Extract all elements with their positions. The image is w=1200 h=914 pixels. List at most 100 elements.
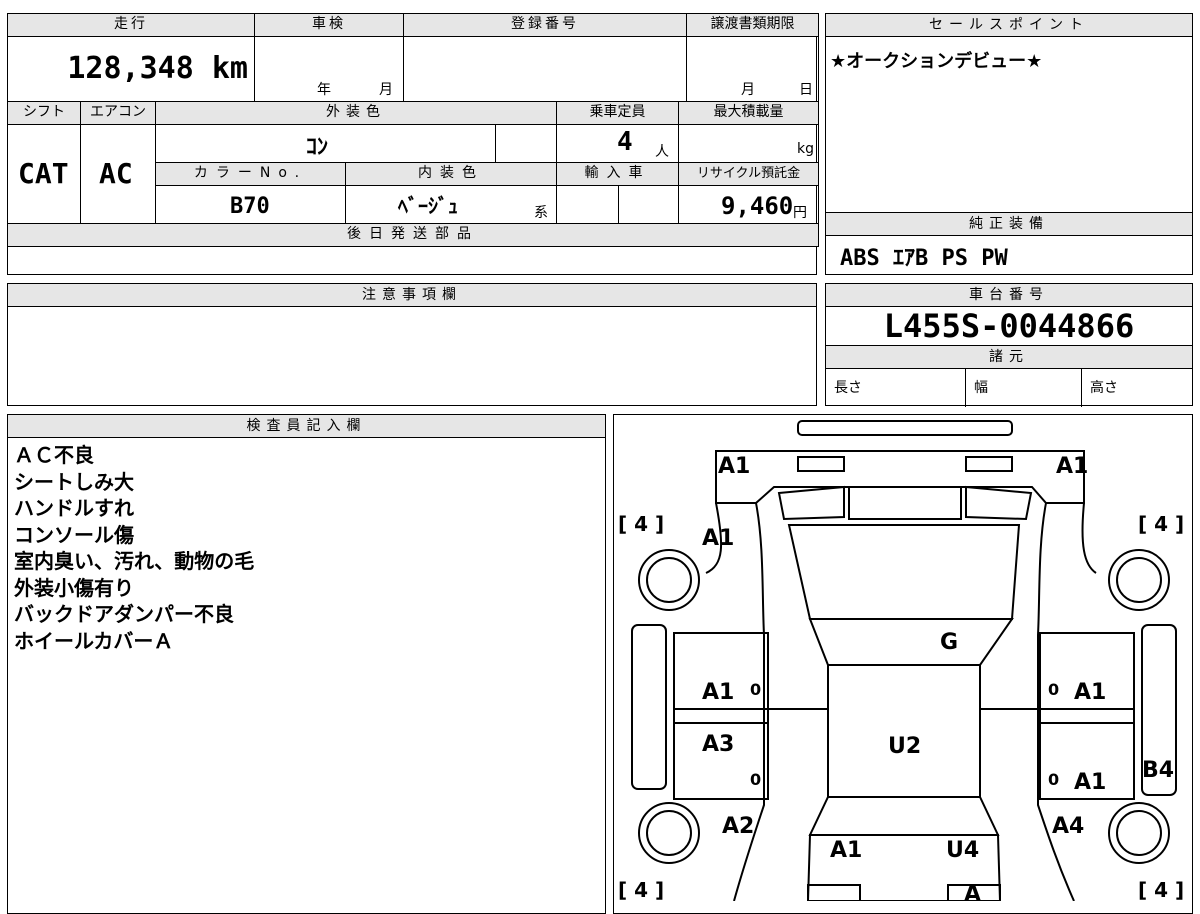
exterior-color-header: 外装色 [155, 101, 557, 125]
notes-box: 注意事項欄 [7, 283, 817, 406]
mileage-value: 128,348 km [67, 51, 248, 86]
label-zero: 0 [750, 680, 761, 699]
equipment-text: ABS ｴｱB PS PW [840, 246, 1008, 271]
label-rear-right: U4 [946, 838, 979, 863]
label-door-rr: A1 [1074, 770, 1106, 795]
inspector-notes: ＡＣ不良 シートしみ大 ハンドルすれ コンソール傷 室内臭い、汚れ、動物の毛 外… [8, 438, 605, 658]
front-panel [715, 450, 1085, 504]
label-tire-fr: [ 4 ] [1138, 512, 1184, 536]
import-header: 輸入車 [556, 162, 679, 186]
shaken-month: 月 [379, 82, 393, 98]
transfer-deadline-header: 譲渡書類期限 [686, 13, 819, 37]
color-no-value: B70 [230, 194, 270, 219]
hood-center [848, 486, 962, 520]
label-door-rl: A3 [702, 732, 734, 757]
fender-right-line [1081, 502, 1097, 574]
label-zero: 0 [1048, 680, 1059, 699]
car-diagram: A1 A1 [ 4 ] [ 4 ] [ 4 ] [ 4 ] A1 G A1 A1… [618, 420, 1184, 901]
spec-header: 諸元 [826, 346, 1192, 369]
inspector-line: 室内臭い、汚れ、動物の毛 [14, 549, 255, 573]
equipment-header: 純正装備 [826, 213, 1192, 236]
headlight-left [797, 456, 845, 472]
label-windshield: G [940, 630, 958, 655]
label-door-fl: A1 [702, 680, 734, 705]
label-front-left: A1 [718, 454, 750, 479]
inspector-box: 検査員記入欄 ＡＣ不良 シートしみ大 ハンドルすれ コンソール傷 室内臭い、汚れ… [7, 414, 606, 914]
label-zero: 0 [750, 770, 761, 789]
label-fender-left: A1 [702, 526, 734, 551]
shift-value: CAT [18, 157, 69, 190]
body-left-edge [733, 502, 765, 901]
shaken-cell: 年 月 [254, 36, 404, 102]
chassis-box: 車台番号 L455S-0044866 諸元 長さ 幅 高さ [825, 283, 1193, 407]
inspector-line: シートしみ大 [14, 469, 134, 494]
transfer-month: 月 [741, 82, 755, 98]
label-tire-rr: [ 4 ] [1138, 878, 1184, 901]
capacity-header: 乗車定員 [556, 101, 679, 125]
later-parts-header: 後日発送部品 [7, 223, 819, 247]
interior-color-header: 内装色 [345, 162, 557, 186]
rear-bumper-left [807, 884, 861, 901]
exterior-color-extra [495, 124, 557, 163]
ac-value: AC [99, 157, 133, 190]
recycle-header: リサイクル預託金 [678, 162, 819, 186]
recycle-cell: 9,460 円 [678, 185, 819, 224]
recycle-value: 9,460 [721, 192, 794, 220]
mileage-header: 走行 [7, 13, 255, 37]
spec-height: 高さ [1090, 380, 1118, 396]
roof [827, 664, 981, 798]
body-right-edge [1037, 502, 1075, 901]
max-load-header: 最大積載量 [678, 101, 819, 125]
chassis-number: L455S-0044866 [826, 307, 1192, 346]
windshield [787, 524, 1021, 620]
sales-point-box: セールスポイント ★オークションデビュー★ [825, 13, 1193, 213]
recycle-unit: 円 [793, 205, 807, 221]
hood-left [777, 485, 845, 521]
capacity-cell: 4 人 [556, 124, 679, 163]
car-diagram-box: A1 A1 [ 4 ] [ 4 ] [ 4 ] [ 4 ] A1 G A1 A1… [613, 414, 1193, 914]
interior-color-cell: ﾍﾞｰｼﾞｭ 系 [345, 185, 557, 224]
shaken-year: 年 [317, 82, 331, 98]
spec-length: 長さ [826, 369, 966, 407]
front-bumper-slot [797, 420, 1013, 436]
registration-header: 登録番号 [403, 13, 687, 37]
shift-header: シフト [7, 101, 81, 125]
inspector-line: バックドアダンパー不良 [14, 602, 234, 626]
hood-right [965, 485, 1033, 521]
label-rear-bottom: A [964, 882, 981, 901]
shaken-header: 車検 [254, 13, 404, 37]
ac-cell: AC [80, 124, 156, 224]
max-load-unit: kg [797, 141, 814, 157]
capacity-value: 4 [617, 127, 633, 157]
sales-point-text: ★オークションデビュー★ [830, 51, 1043, 72]
capacity-unit: 人 [655, 144, 669, 160]
import-cell-a [556, 185, 619, 224]
rear-glass [808, 796, 1000, 836]
label-tire-rl: [ 4 ] [618, 878, 664, 901]
color-no-cell: B70 [155, 185, 346, 224]
shift-cell: CAT [7, 124, 81, 224]
inspector-line: ハンドルすれ [14, 496, 134, 520]
chassis-header: 車台番号 [826, 284, 1192, 307]
roof-front [808, 618, 1014, 666]
headlight-right [965, 456, 1013, 472]
label-roof: U2 [888, 734, 921, 759]
transfer-day: 日 [799, 82, 813, 98]
label-quarter-left: A2 [722, 814, 754, 839]
vehicle-info-table: 走行 車検 登録番号 譲渡書類期限 128,348 km 年 月 月 日 シフト… [7, 13, 819, 275]
inspector-line: ＡＣ不良 [14, 443, 94, 467]
sales-point-header: セールスポイント [826, 14, 1192, 37]
label-quarter-right: A4 [1052, 814, 1084, 839]
ac-header: エアコン [80, 101, 156, 125]
interior-color-value: ﾍﾞｰｼﾞｭ [398, 194, 458, 218]
inspector-line: コンソール傷 [14, 522, 134, 547]
transfer-deadline-cell: 月 日 [686, 36, 819, 102]
label-rear-left: A1 [830, 838, 862, 863]
step-left [631, 624, 667, 790]
label-zero: 0 [1048, 770, 1059, 789]
inspector-line: ホイールカバーＡ [14, 628, 174, 653]
color-no-header: カラーNo. [155, 162, 346, 186]
label-door-fr: A1 [1074, 680, 1106, 705]
exterior-color-value: ｺﾝ [306, 135, 329, 160]
interior-color-suffix: 系 [534, 205, 548, 221]
